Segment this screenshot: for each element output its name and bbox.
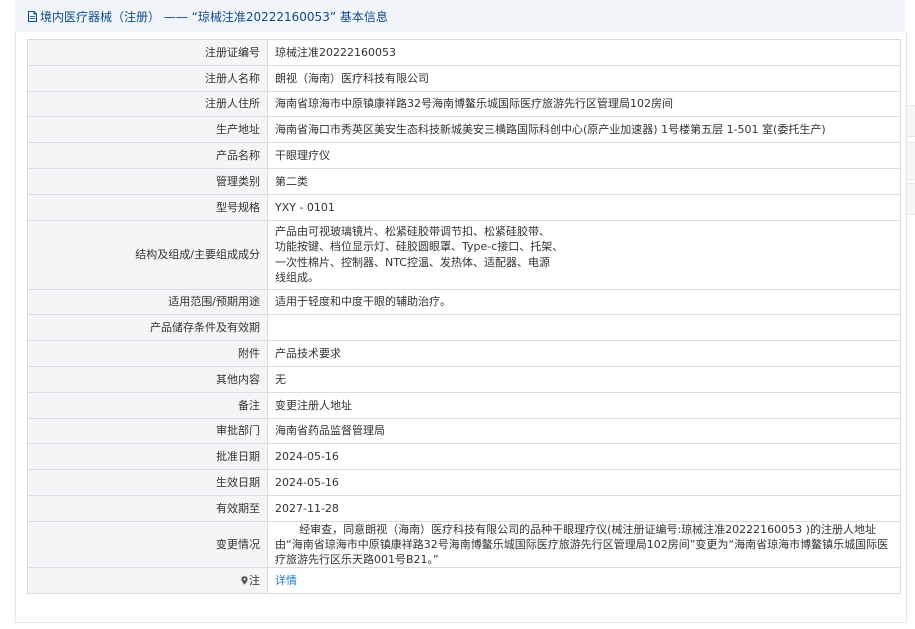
row-label: 管理类别: [27, 167, 268, 195]
row-label: 适用范围/预期用途: [27, 288, 268, 316]
structure-line: 功能按键、档位显示灯、硅胶圆眼罩、Type-c接口、托架、: [275, 240, 564, 254]
row-value: 适用于轻度和中度干眼的辅助治疗。: [267, 288, 901, 316]
page-title: 境内医疗器械（注册） —— “琼械注准20222160053” 基本信息: [40, 9, 388, 24]
table-row: 型号规格 YXY - 0101: [27, 193, 901, 221]
row-label: 生效日期: [27, 469, 268, 496]
row-value: 2024-05-16: [267, 469, 901, 496]
structure-line: 产品由可视玻璃镜片、松紧硅胶带调节扣、松紧硅胶带、: [275, 224, 550, 238]
table-row: 有效期至 2027-11-28: [27, 494, 901, 522]
table-row: 其他内容 无: [27, 365, 901, 393]
row-value: 海南省琼海市中原镇康祥路32号海南博鳌乐城国际医疗旅游先行区管理局102房间: [267, 90, 901, 118]
structure-line: 线组成。: [275, 271, 319, 285]
row-label: 附件: [27, 340, 268, 367]
table-row: 批准日期 2024-05-16: [27, 443, 901, 471]
table-row: 附件 产品技术要求: [27, 340, 901, 367]
table-row: 变更情况 经审查，同意朗视（海南）医疗科技有限公司的品种干眼理疗仪(械注册证编号…: [27, 520, 901, 568]
table-row: 审批部门 海南省药品监督管理局: [27, 417, 901, 445]
row-value: 2027-11-28: [267, 494, 901, 522]
change-description: 经审查，同意朗视（海南）医疗科技有限公司的品种干眼理疗仪(械注册证编号:琼械注准…: [267, 520, 901, 568]
row-value: 2024-05-16: [267, 443, 901, 471]
side-tab-2[interactable]: [906, 142, 915, 180]
row-value: 变更注册人地址: [267, 391, 901, 419]
table-row: 生效日期 2024-05-16: [27, 469, 901, 496]
row-label: 结构及组成/主要组成成分: [27, 219, 268, 290]
page-header: 境内医疗器械（注册） —— “琼械注准20222160053” 基本信息: [15, 0, 905, 32]
table-row: 注册人住所 海南省琼海市中原镇康祥路32号海南博鳌乐城国际医疗旅游先行区管理局1…: [27, 90, 901, 118]
row-label: 注册人住所: [27, 90, 268, 118]
note-label-cell: 注: [27, 566, 268, 594]
document-icon: [28, 10, 37, 22]
row-label: 变更情况: [27, 520, 268, 568]
row-value: 海南省药品监督管理局: [267, 417, 901, 445]
row-label: 产品名称: [27, 142, 268, 169]
row-value: YXY - 0101: [267, 193, 901, 221]
note-label: 注: [249, 573, 260, 587]
map-pin-icon: [241, 575, 248, 585]
row-label: 生产地址: [27, 116, 268, 144]
row-label: 批准日期: [27, 443, 268, 471]
table-row: 生产地址 海南省海口市秀英区美安生态科技新城美安三横路国际科创中心(原产业加速器…: [27, 116, 901, 144]
row-value: 琼械注准20222160053: [267, 39, 901, 66]
row-value: [267, 314, 901, 342]
row-label: 审批部门: [27, 417, 268, 445]
row-value: 无: [267, 365, 901, 393]
row-label: 型号规格: [27, 193, 268, 221]
row-value: 第二类: [267, 167, 901, 195]
table-row: 产品名称 干眼理疗仪: [27, 142, 901, 169]
table-row: 注 详情: [27, 566, 901, 594]
info-table: 注册证编号 琼械注准20222160053 注册人名称 朗视（海南）医疗科技有限…: [27, 39, 901, 594]
table-row: 结构及组成/主要组成成分 产品由可视玻璃镜片、松紧硅胶带调节扣、松紧硅胶带、 功…: [27, 219, 901, 290]
row-value: 详情: [267, 566, 901, 594]
row-value: 产品由可视玻璃镜片、松紧硅胶带调节扣、松紧硅胶带、 功能按键、档位显示灯、硅胶圆…: [267, 219, 901, 290]
page: { "header": { "title": "境内医疗器械（注册） —— “琼…: [0, 0, 915, 629]
table-row: 产品储存条件及有效期: [27, 314, 901, 342]
table-row: 备注 变更注册人地址: [27, 391, 901, 419]
row-value: 朗视（海南）医疗科技有限公司: [267, 64, 901, 92]
row-label: 备注: [27, 391, 268, 419]
row-value: 产品技术要求: [267, 340, 901, 367]
row-value: 干眼理疗仪: [267, 142, 901, 169]
row-label: 注册证编号: [27, 39, 268, 66]
row-label: 产品储存条件及有效期: [27, 314, 268, 342]
table-row: 注册证编号 琼械注准20222160053: [27, 39, 901, 66]
row-label: 其他内容: [27, 365, 268, 393]
table-row: 适用范围/预期用途 适用于轻度和中度干眼的辅助治疗。: [27, 288, 901, 316]
structure-line: 一次性棉片、控制器、NTC控温、发热体、适配器、电源: [275, 255, 550, 269]
row-label: 有效期至: [27, 494, 268, 522]
detail-link[interactable]: 详情: [275, 574, 297, 587]
side-tab-3[interactable]: [906, 183, 915, 215]
row-value: 海南省海口市秀英区美安生态科技新城美安三横路国际科创中心(原产业加速器) 1号楼…: [267, 116, 901, 144]
table-row: 管理类别 第二类: [27, 167, 901, 195]
side-tab-1[interactable]: [906, 105, 915, 137]
row-label: 注册人名称: [27, 64, 268, 92]
table-row: 注册人名称 朗视（海南）医疗科技有限公司: [27, 64, 901, 92]
